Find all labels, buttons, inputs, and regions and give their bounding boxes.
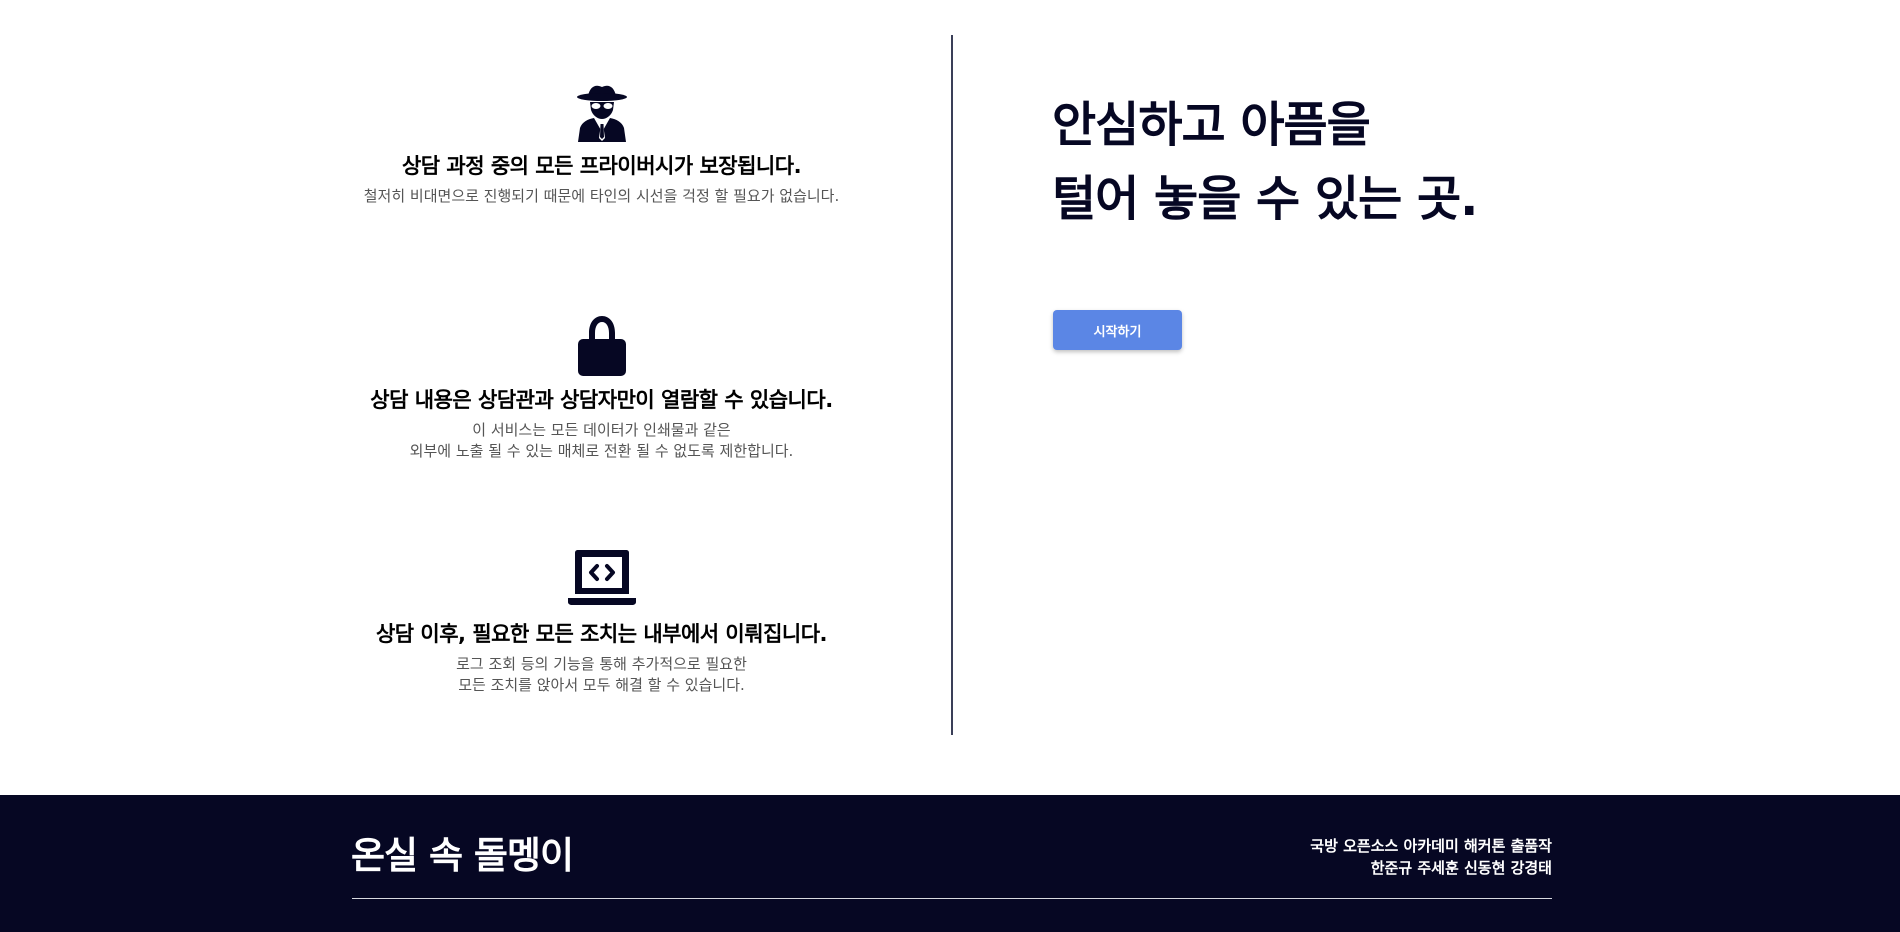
hero-headline-line-2: 털어 놓을 수 있는 곳. (1052, 171, 1478, 227)
feature-description: 철저히 비대면으로 진행되기 때문에 타인의 시선을 걱정 할 필요가 없습니다… (331, 186, 872, 207)
spy-icon (568, 80, 636, 142)
feature-title: 상담 내용은 상담관과 상담자만이 열람할 수 있습니다. (370, 388, 833, 412)
vertical-divider (951, 35, 953, 735)
feature-title: 상담 이후, 필요한 모든 조치는 내부에서 이뤄집니다. (375, 622, 828, 646)
feature-description-line: 외부에 노출 될 수 있는 매체로 전환 될 수 없도록 제한합니다. (409, 442, 794, 460)
feature-actions: 상담 이후, 필요한 모든 조치는 내부에서 이뤄집니다. 로그 조회 등의 기… (331, 548, 872, 696)
main-section: 상담 과정 중의 모든 프라이버시가 보장됩니다. 철저히 비대면으로 진행되기… (0, 0, 1900, 795)
feature-access: 상담 내용은 상담관과 상담자만이 열람할 수 있습니다. 이 서비스는 모든 … (331, 314, 872, 462)
footer-logo: 온실 속 돌멩이 (351, 834, 574, 877)
feature-title: 상담 과정 중의 모든 프라이버시가 보장됩니다. (401, 154, 802, 178)
hero-headline-line-1: 안심하고 아픔을 (1052, 97, 1371, 153)
feature-description: 로그 조회 등의 기능을 통해 추가적으로 필요한 모든 조치를 앉아서 모두 … (331, 654, 872, 696)
lock-icon (568, 314, 636, 376)
feature-description-line: 모든 조치를 앉아서 모두 해결 할 수 있습니다. (458, 676, 745, 694)
feature-list: 상담 과정 중의 모든 프라이버시가 보장됩니다. 철저히 비대면으로 진행되기… (331, 0, 872, 795)
feature-privacy: 상담 과정 중의 모든 프라이버시가 보장됩니다. 철저히 비대면으로 진행되기… (331, 80, 872, 207)
footer-credit-line: 한준규 주세훈 신동현 강경태 (1370, 859, 1552, 877)
footer: 온실 속 돌멩이 국방 오픈소스 아카데미 해커톤 출품작 한준규 주세훈 신동… (0, 795, 1900, 932)
footer-credit-line: 국방 오픈소스 아카데미 해커톤 출품작 (1310, 837, 1552, 855)
start-button[interactable]: 시작하기 (1053, 310, 1182, 350)
footer-divider (352, 898, 1552, 899)
feature-description-line: 로그 조회 등의 기능을 통해 추가적으로 필요한 (456, 655, 747, 673)
feature-description: 이 서비스는 모든 데이터가 인쇄물과 같은 외부에 노출 될 수 있는 매체로… (331, 420, 872, 462)
feature-description-line: 철저히 비대면으로 진행되기 때문에 타인의 시선을 걱정 할 필요가 없습니다… (363, 187, 840, 205)
feature-description-line: 이 서비스는 모든 데이터가 인쇄물과 같은 (472, 421, 731, 439)
footer-credits: 국방 오픈소스 아카데미 해커톤 출품작 한준규 주세훈 신동현 강경태 (1310, 835, 1552, 879)
laptop-code-icon (567, 548, 636, 610)
hero: 안심하고 아픔을 털어 놓을 수 있는 곳. (1052, 88, 1478, 236)
page: 상담 과정 중의 모든 프라이버시가 보장됩니다. 철저히 비대면으로 진행되기… (0, 0, 1900, 932)
